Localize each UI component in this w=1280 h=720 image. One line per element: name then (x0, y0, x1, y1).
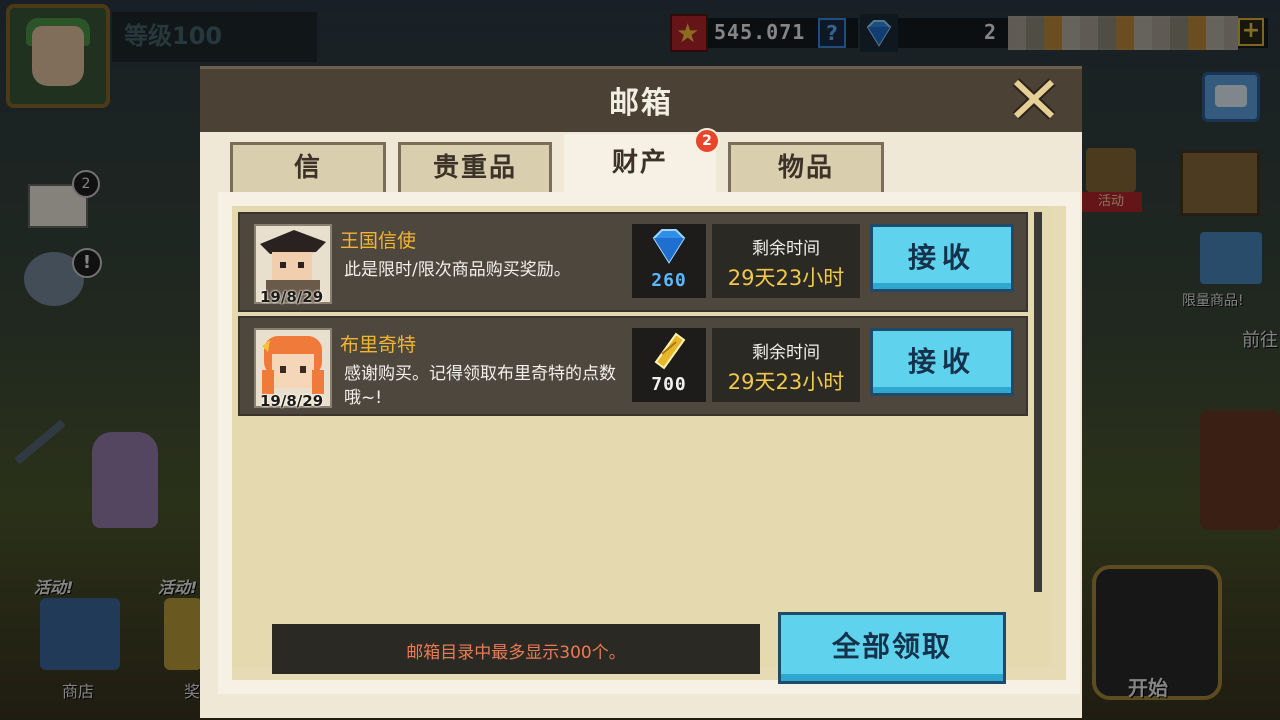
reward-value: 260 (651, 270, 687, 291)
reward-value: 700 (651, 374, 687, 395)
close-icon[interactable] (1006, 74, 1062, 124)
mail-date: 19/8/29 (260, 288, 324, 306)
mailbox-dialog: 邮箱 信 贵重品 财产 2 物品 19/8/29 王国信使 此是限时/限次商品购… (200, 66, 1082, 718)
mail-row: 19/8/29 王国信使 此是限时/限次商品购买奖励。 260 剩余时间 29天… (238, 212, 1028, 312)
tab-valuables[interactable]: 贵重品 (398, 142, 552, 192)
mail-message: 此是限时/限次商品购买奖励。 (344, 260, 571, 280)
time-label: 剩余时间 (752, 239, 820, 259)
diamond-icon (652, 229, 686, 264)
tab-assets-badge: 2 (694, 128, 720, 154)
time-label: 剩余时间 (752, 343, 820, 363)
mail-message: 感谢购买。记得领取布里奇特的点数哦~! (344, 364, 616, 408)
receive-button[interactable]: 接收 (870, 224, 1014, 292)
time-value: 29天23小时 (727, 370, 845, 394)
tab-letters[interactable]: 信 (230, 142, 386, 192)
receive-button[interactable]: 接收 (870, 328, 1014, 396)
mail-list-scrollbar[interactable] (1034, 212, 1042, 592)
tab-items[interactable]: 物品 (728, 142, 884, 192)
gold-ticket-icon (654, 332, 686, 370)
mail-sender: 王国信使 (340, 230, 417, 252)
claim-all-button[interactable]: 全部领取 (778, 612, 1006, 684)
time-value: 29天23小时 (727, 266, 845, 290)
mail-sender: 布里奇特 (340, 334, 417, 356)
footer-note: 邮箱目录中最多显示300个。 (406, 643, 626, 663)
dialog-title: 邮箱 (609, 86, 673, 121)
mail-date: 19/8/29 (260, 392, 324, 410)
mail-row: 19/8/29 布里奇特 感谢购买。记得领取布里奇特的点数哦~! 700 剩余时… (238, 316, 1028, 416)
